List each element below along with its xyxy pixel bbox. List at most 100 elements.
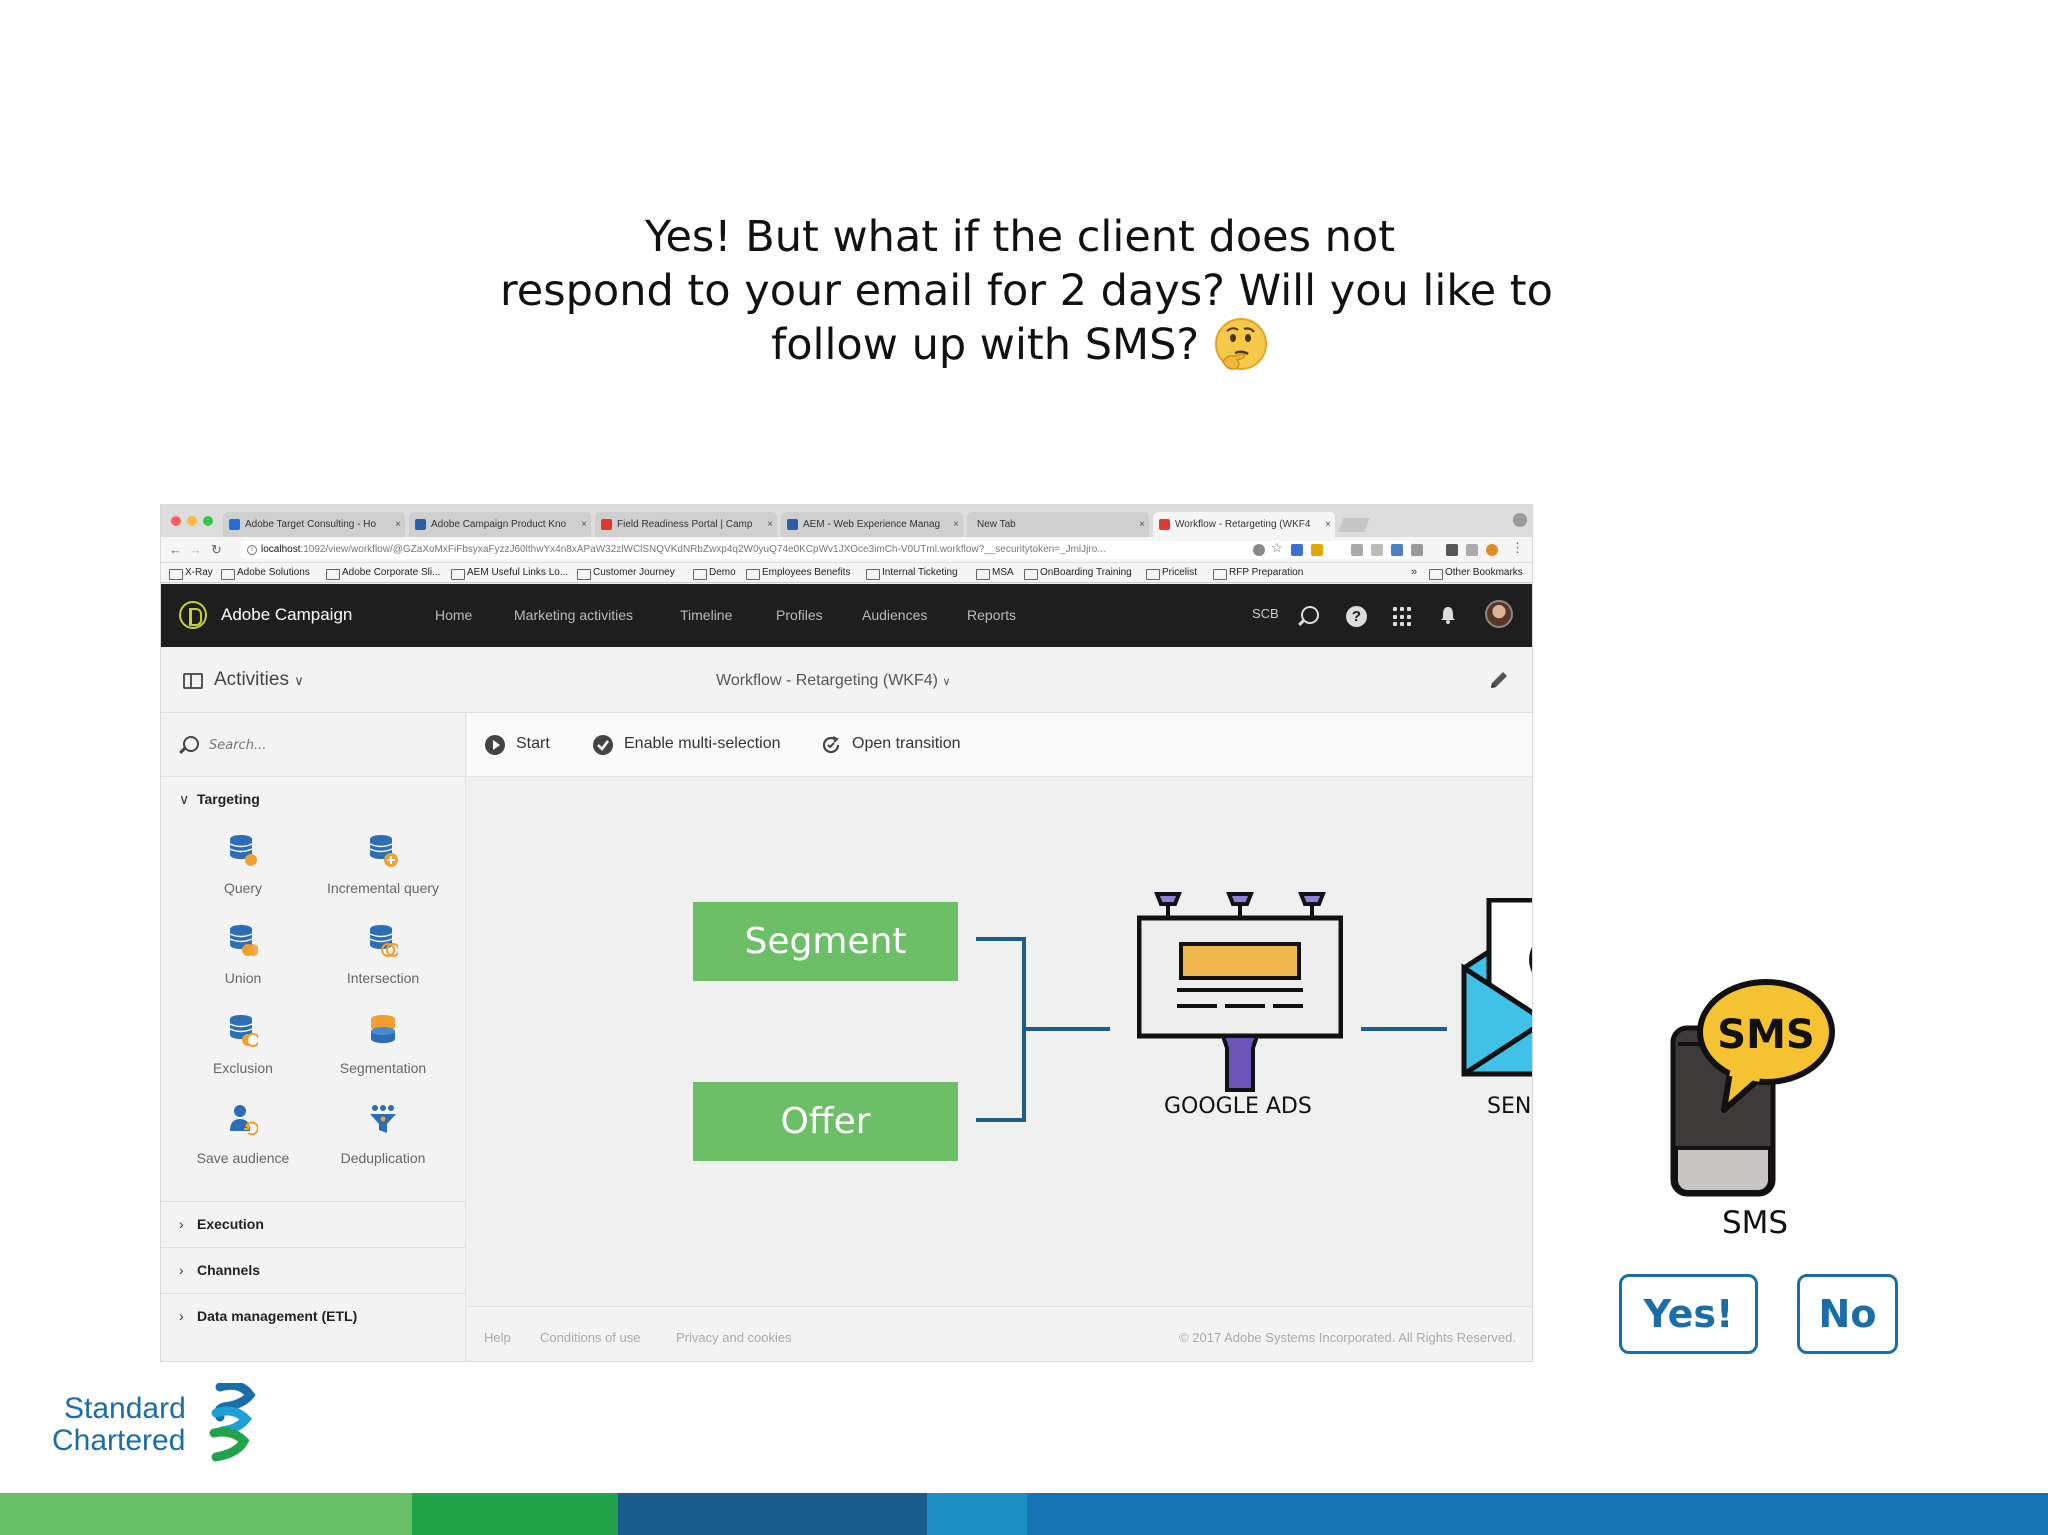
url-field[interactable]: i localhost:1092/view/workflow/@GZaXoMxF…	[241, 541, 1411, 559]
tab-favicon-icon	[787, 519, 798, 530]
extension-icon[interactable]	[1486, 544, 1498, 556]
exclusion-icon	[229, 1015, 260, 1047]
extension-icon[interactable]	[1411, 544, 1423, 556]
nav-audiences[interactable]: Audiences	[862, 607, 927, 623]
app-title[interactable]: Adobe Campaign	[221, 605, 352, 625]
menu-kebab-icon[interactable]: ⋮	[1511, 540, 1524, 556]
tab-close-icon[interactable]: ×	[953, 512, 959, 537]
footer-privacy-link[interactable]: Privacy and cookies	[676, 1330, 792, 1345]
back-arrow-icon[interactable]: ←	[169, 542, 182, 557]
extension-icon[interactable]	[1291, 544, 1303, 556]
tab-close-icon[interactable]: ×	[395, 512, 401, 537]
adobe-campaign-logo-icon[interactable]	[179, 601, 207, 629]
extension-icon[interactable]	[1311, 544, 1323, 556]
activity-save-audience[interactable]: Save audience	[173, 1103, 313, 1166]
search-icon[interactable]	[1301, 606, 1319, 624]
extension-icon[interactable]	[1371, 544, 1383, 556]
close-window-icon[interactable]	[171, 516, 181, 526]
nav-timeline[interactable]: Timeline	[680, 607, 732, 623]
bookmark-item[interactable]: Customer Journey	[577, 567, 675, 580]
activity-deduplication[interactable]: Deduplication	[313, 1103, 453, 1166]
activity-segmentation[interactable]: Segmentation	[313, 1013, 453, 1076]
org-switcher[interactable]: SCB	[1252, 606, 1279, 621]
bookmarks-overflow-icon[interactable]: »	[1411, 566, 1417, 578]
activity-incremental-query[interactable]: Incremental query	[313, 833, 453, 896]
tab-favicon-icon	[229, 519, 240, 530]
nav-marketing-activities[interactable]: Marketing activities	[514, 607, 633, 623]
bookmark-item[interactable]: Internal Ticketing	[866, 567, 958, 580]
footer-help-link[interactable]: Help	[484, 1330, 511, 1345]
sms-phone-icon: SMS	[1670, 979, 1835, 1197]
yes-button[interactable]: Yes!	[1619, 1274, 1758, 1354]
band-segment	[412, 1493, 618, 1535]
help-icon[interactable]: ?	[1346, 606, 1367, 627]
extension-icon[interactable]	[1466, 544, 1478, 556]
bookmark-item[interactable]: Adobe Corporate Sli...	[326, 567, 440, 580]
bookmark-item[interactable]: X-Ray	[169, 567, 213, 580]
zoom-icon[interactable]	[1253, 544, 1265, 556]
search-icon	[183, 736, 199, 752]
workflow-canvas[interactable]: Segment Offer @ GOOGLE ADS SEN	[467, 778, 1532, 1306]
browser-tab-4[interactable]: AEM - Web Experience Manag ×	[781, 512, 963, 537]
nav-home[interactable]: Home	[435, 607, 472, 623]
start-button[interactable]: Start	[484, 735, 550, 755]
bookmark-item[interactable]: AEM Useful Links Lo...	[451, 567, 568, 580]
bookmark-item[interactable]: Employees Benefits	[746, 567, 850, 580]
other-bookmarks[interactable]: Other Bookmarks	[1429, 567, 1523, 580]
browser-tab-3[interactable]: Field Readiness Portal | Camp ×	[595, 512, 777, 537]
transition-label: Open transition	[852, 735, 961, 752]
edit-pencil-icon[interactable]	[1488, 669, 1510, 691]
send-email-label: SEND EMAIL	[1487, 1094, 1532, 1119]
zoom-window-icon[interactable]	[203, 516, 213, 526]
activity-query[interactable]: Query	[173, 833, 313, 896]
extension-icon[interactable]	[1446, 544, 1458, 556]
apps-grid-icon[interactable]	[1393, 607, 1413, 627]
activities-dropdown[interactable]: Activities ∨	[214, 669, 304, 691]
nav-profiles[interactable]: Profiles	[776, 607, 823, 623]
section-channels[interactable]: › Channels	[179, 1262, 260, 1278]
section-label: Targeting	[197, 791, 260, 807]
nav-reports[interactable]: Reports	[967, 607, 1016, 623]
browser-tab-6-active[interactable]: Workflow - Retargeting (WKF4 ×	[1153, 512, 1335, 537]
chevron-right-icon: ›	[179, 1262, 184, 1278]
footer-conditions-link[interactable]: Conditions of use	[540, 1330, 640, 1345]
extension-icon[interactable]	[1351, 544, 1363, 556]
query-icon	[229, 835, 257, 866]
reload-icon[interactable]: ↻	[211, 542, 222, 558]
extension-icon[interactable]	[1391, 544, 1403, 556]
enable-multi-selection-button[interactable]: Enable multi-selection	[592, 735, 781, 755]
tab-close-icon[interactable]: ×	[581, 512, 587, 537]
minimize-window-icon[interactable]	[187, 516, 197, 526]
avatar[interactable]	[1485, 600, 1513, 628]
bookmark-item[interactable]: Demo	[693, 567, 736, 580]
section-data-management[interactable]: › Data management (ETL)	[179, 1308, 357, 1324]
star-icon[interactable]: ☆	[1271, 540, 1283, 556]
activities-search-input[interactable]	[209, 733, 449, 757]
bookmark-item[interactable]: OnBoarding Training	[1024, 567, 1132, 580]
open-transition-button[interactable]: Open transition	[820, 735, 961, 754]
profile-icon[interactable]	[1513, 513, 1527, 527]
browser-tab-1[interactable]: Adobe Target Consulting - Ho ×	[223, 512, 405, 537]
no-button[interactable]: No	[1797, 1274, 1898, 1354]
activity-intersection[interactable]: Intersection	[313, 923, 453, 986]
bell-icon[interactable]	[1440, 606, 1456, 624]
tab-close-icon[interactable]: ×	[1325, 512, 1331, 537]
browser-tab-5[interactable]: New Tab ×	[967, 512, 1149, 537]
forward-arrow-icon[interactable]: →	[189, 542, 202, 557]
activity-union[interactable]: Union	[173, 923, 313, 986]
activity-exclusion[interactable]: Exclusion	[173, 1013, 313, 1076]
browser-tab-2[interactable]: Adobe Campaign Product Kno ×	[409, 512, 591, 537]
workflow-subheader: Activities ∨ Workflow - Retargeting (WKF…	[161, 647, 1532, 713]
bookmark-item[interactable]: RFP Preparation	[1213, 567, 1303, 580]
bookmark-item[interactable]: Adobe Solutions	[221, 567, 310, 580]
start-label: Start	[516, 735, 550, 752]
new-tab-button[interactable]	[1338, 518, 1370, 532]
section-execution[interactable]: › Execution	[179, 1216, 264, 1232]
workflow-title-dropdown[interactable]: Workflow - Retargeting (WKF4) ∨	[716, 672, 951, 690]
bookmark-item[interactable]: Pricelist	[1146, 567, 1197, 580]
tab-close-icon[interactable]: ×	[767, 512, 773, 537]
tab-close-icon[interactable]: ×	[1139, 512, 1145, 537]
section-targeting[interactable]: ∨ Targeting	[179, 791, 260, 808]
bookmark-item[interactable]: MSA	[976, 567, 1014, 580]
panel-toggle-icon[interactable]	[183, 673, 203, 689]
